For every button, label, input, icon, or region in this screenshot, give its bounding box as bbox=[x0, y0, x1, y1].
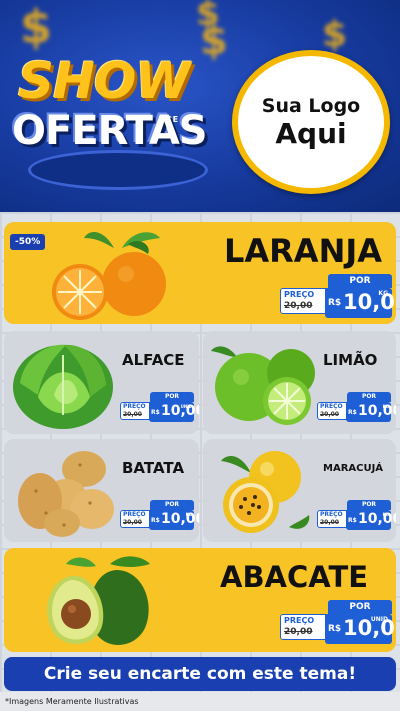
currency-label: R$ bbox=[348, 409, 357, 416]
preco-label: PREÇO bbox=[320, 511, 343, 518]
product-card-maracuja[interactable]: MARACUJÁ POR PREÇO 20,00 R$ 10,00 KG bbox=[203, 439, 396, 542]
dollar-sign-icon: $ bbox=[322, 14, 348, 55]
old-price: 20,00 bbox=[320, 411, 339, 418]
por-label: POR bbox=[347, 500, 391, 510]
product-card-batata[interactable]: BATATA POR PREÇO 20,00 R$ 10,00 KG bbox=[4, 439, 199, 542]
product-name: ABACATE bbox=[220, 560, 369, 594]
preco-label: PREÇO bbox=[123, 403, 146, 410]
new-price-box: R$ 10,00 KG bbox=[325, 288, 396, 318]
price-value: 10,00 bbox=[343, 290, 396, 314]
ofertas-title: OFERTAS bbox=[12, 108, 208, 154]
price-tag: POR PREÇO 20,00 R$ 10,00 UNID bbox=[280, 600, 396, 644]
product-name: BATATA bbox=[122, 459, 185, 477]
product-name: MARACUJÁ bbox=[323, 463, 384, 474]
new-price-box: R$ 10,00 KG bbox=[346, 402, 396, 422]
old-price: 20,00 bbox=[123, 411, 142, 418]
preco-label: PREÇO bbox=[123, 511, 146, 518]
por-label: POR bbox=[328, 600, 392, 614]
preco-label: PREÇO bbox=[284, 616, 315, 625]
product-card-alface[interactable]: ALFACE POR PREÇO 20,00 R$ 10,00 UNID bbox=[4, 331, 199, 434]
preco-label: PREÇO bbox=[320, 403, 343, 410]
logo-text-line1: Sua Logo bbox=[261, 95, 361, 117]
potato-image bbox=[18, 451, 114, 537]
currency-label: R$ bbox=[328, 624, 342, 634]
old-price-box: PREÇO 20,00 bbox=[120, 510, 152, 528]
price-tag: POR PREÇO 20,00 R$ 10,00 UNID bbox=[120, 392, 199, 422]
price-value: 10,00 bbox=[358, 403, 396, 419]
new-price-box: R$ 10,00 KG bbox=[149, 510, 199, 530]
old-price: 20,00 bbox=[284, 627, 313, 637]
price-value: 10,00 bbox=[161, 511, 199, 527]
preco-label: PREÇO bbox=[284, 290, 315, 299]
product-card-limao[interactable]: LIMÃO POR PREÇO 20,00 R$ 10,00 KG bbox=[203, 331, 396, 434]
old-price-box: PREÇO 20,00 bbox=[317, 510, 349, 528]
logo-placeholder[interactable]: Sua Logo Aqui bbox=[232, 50, 390, 194]
lime-image bbox=[211, 346, 315, 425]
old-price-box: PREÇO 20,00 bbox=[317, 402, 349, 420]
old-price: 20,00 bbox=[320, 519, 339, 526]
avocado-image bbox=[47, 556, 150, 645]
old-price: 20,00 bbox=[123, 519, 142, 526]
stage-platform bbox=[28, 150, 208, 190]
create-flyer-button[interactable]: Crie seu encarte com este tema! bbox=[4, 657, 396, 691]
unit-label: KG bbox=[185, 512, 192, 517]
header-banner: $ $ $ $ SHOW DE OFERTAS Sua Logo Aqui bbox=[0, 0, 400, 212]
por-label: POR bbox=[150, 392, 194, 402]
por-label: POR bbox=[347, 392, 391, 402]
old-price-box: PREÇO 20,00 bbox=[280, 614, 328, 640]
unit-label: UNID bbox=[370, 616, 388, 623]
old-price-box: PREÇO 20,00 bbox=[280, 288, 328, 314]
unit-label: KG bbox=[382, 404, 389, 409]
unit-label: KG bbox=[382, 512, 389, 517]
price-value: 10,00 bbox=[343, 616, 396, 640]
unit-label: KG bbox=[378, 290, 388, 297]
product-name: LIMÃO bbox=[323, 351, 378, 369]
old-price-box: PREÇO 20,00 bbox=[120, 402, 152, 420]
logo-text-line2: Aqui bbox=[275, 117, 347, 150]
currency-label: R$ bbox=[348, 517, 357, 524]
product-card-laranja[interactable]: LARANJA POR PREÇO 20,00 R$ 10,00 KG bbox=[4, 222, 396, 324]
product-name: ALFACE bbox=[122, 351, 185, 369]
currency-label: R$ bbox=[151, 409, 160, 416]
price-tag: POR PREÇO 20,00 R$ 10,00 KG bbox=[317, 500, 396, 530]
new-price-box: R$ 10,00 UNID bbox=[149, 402, 199, 422]
price-tag: POR PREÇO 20,00 R$ 10,00 KG bbox=[317, 392, 396, 422]
new-price-box: R$ 10,00 KG bbox=[346, 510, 396, 530]
product-card-abacate[interactable]: ABACATE POR PREÇO 20,00 R$ 10,00 UNID bbox=[4, 548, 396, 652]
disclaimer-text: *Imagens Meramente Ilustrativas bbox=[0, 692, 400, 711]
old-price: 20,00 bbox=[284, 301, 313, 311]
lettuce-image bbox=[13, 344, 113, 429]
price-value: 10,00 bbox=[358, 511, 396, 527]
show-title: SHOW bbox=[18, 52, 191, 110]
por-label: POR bbox=[150, 500, 194, 510]
dollar-sign-icon: $ bbox=[20, 0, 53, 54]
por-label: POR bbox=[328, 274, 392, 288]
currency-label: R$ bbox=[328, 298, 342, 308]
discount-badge: -50% bbox=[10, 234, 46, 250]
currency-label: R$ bbox=[151, 517, 160, 524]
price-tag: POR PREÇO 20,00 R$ 10,00 KG bbox=[120, 500, 199, 530]
unit-label: UNID bbox=[180, 404, 192, 409]
passionfruit-image bbox=[221, 451, 310, 533]
price-tag: POR PREÇO 20,00 R$ 10,00 KG bbox=[280, 274, 396, 318]
new-price-box: R$ 10,00 UNID bbox=[325, 614, 396, 644]
product-name: LARANJA bbox=[224, 232, 383, 270]
orange-image bbox=[52, 232, 166, 320]
